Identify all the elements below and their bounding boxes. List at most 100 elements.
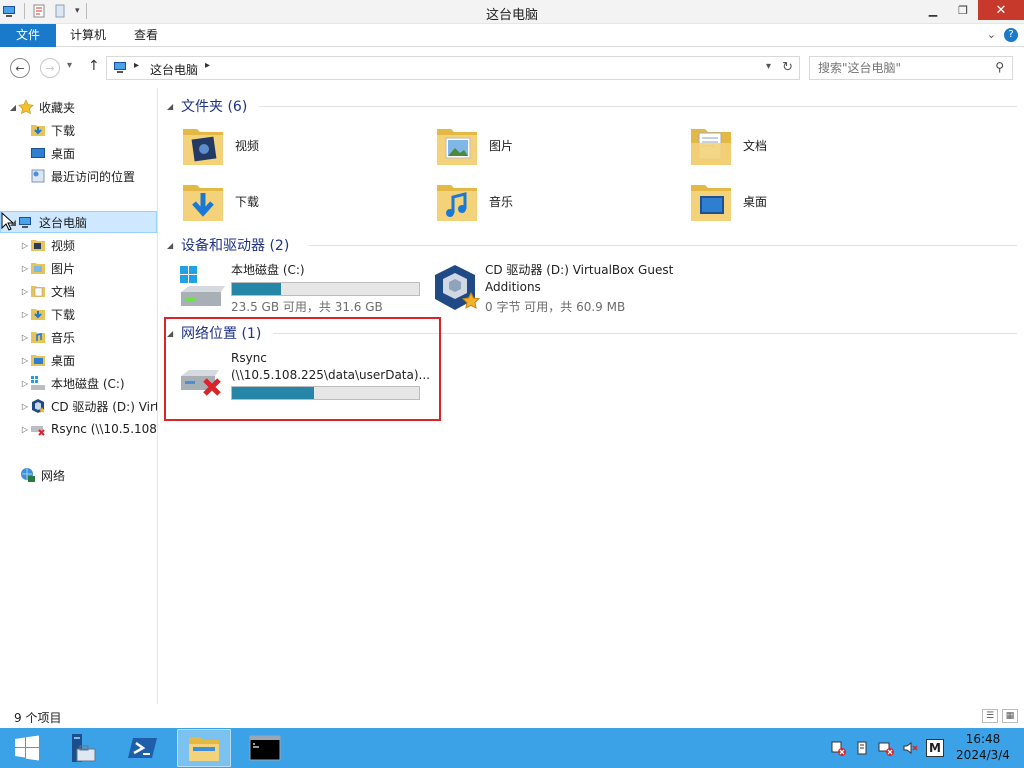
start-button[interactable]	[0, 729, 54, 767]
downloads-icon	[31, 125, 45, 136]
powershell-icon	[128, 738, 157, 758]
folder-label: 下载	[235, 194, 260, 209]
clock-time: 16:48	[965, 732, 1001, 746]
command-prompt-button[interactable]	[238, 729, 292, 767]
sidebar-item-network-drive[interactable]: ▷ Rsync (\\10.5.108.2	[0, 418, 157, 440]
collapse-arrow-icon[interactable]: ◢	[167, 241, 181, 250]
sidebar-item-favorites[interactable]: ◢ 收藏夹	[0, 96, 157, 118]
minimize-button[interactable]: ▁	[918, 0, 948, 20]
drive-space-info: 0 字节 可用，共 60.9 MB	[485, 300, 626, 314]
drive-name: 本地磁盘 (C:)	[231, 263, 305, 277]
collapse-arrow-icon[interactable]: ◢	[8, 103, 18, 112]
close-button[interactable]: ✕	[978, 0, 1024, 20]
group-header-devices[interactable]: ◢ 设备和驱动器 (2)	[167, 234, 1017, 256]
ime-indicator[interactable]: M	[926, 739, 944, 757]
expand-arrow-icon[interactable]: ▷	[20, 287, 30, 296]
windows-logo-icon	[15, 735, 39, 761]
sidebar-item-desktop-folder[interactable]: ▷ 桌面	[0, 349, 157, 371]
expand-arrow-icon[interactable]: ▷	[20, 356, 30, 365]
group-title: 文件夹 (6)	[181, 99, 248, 115]
sidebar-item-videos[interactable]: ▷ 视频	[0, 234, 157, 256]
sidebar-item-label: CD 驱动器 (D:) Virt	[51, 399, 158, 414]
sidebar-item-label: 桌面	[51, 146, 76, 161]
up-button[interactable]: ↑	[88, 58, 100, 74]
sidebar-item-label: 这台电脑	[39, 215, 88, 230]
sidebar-item-pictures[interactable]: ▷ 图片	[0, 257, 157, 279]
taskbar: M 16:48 2024/3/4	[0, 728, 1024, 768]
pictures-folder-icon	[437, 129, 477, 165]
folder-videos[interactable]: 视频	[179, 121, 259, 169]
file-explorer-icon	[189, 737, 219, 761]
server-manager-button[interactable]	[54, 729, 108, 767]
expand-arrow-icon[interactable]: ▷	[20, 241, 30, 250]
large-icons-view-icon[interactable]: ▦	[1002, 709, 1018, 723]
highlight-box	[164, 317, 441, 421]
sidebar-item-recent-places[interactable]: 最近访问的位置	[0, 165, 157, 187]
network-icon	[21, 468, 35, 482]
back-button[interactable]: ←	[10, 58, 30, 78]
network-error-icon[interactable]	[830, 740, 846, 756]
videos-folder-icon	[31, 240, 45, 251]
expand-arrow-icon[interactable]: ▷	[20, 402, 30, 411]
folder-music[interactable]: 音乐	[433, 177, 513, 225]
forward-button[interactable]: →	[40, 58, 60, 78]
collapse-arrow-icon[interactable]: ◢	[167, 102, 181, 111]
breadcrumb-this-pc[interactable]: 这台电脑	[150, 61, 198, 78]
status-bar: 9 个项目 ☰ ▦	[0, 704, 1024, 728]
drive-local-c[interactable]: 本地磁盘 (C:) 23.5 GB 可用，共 31.6 GB	[177, 262, 421, 314]
drive-cd-d[interactable]: CD 驱动器 (D:) VirtualBox Guest Additions 0 …	[431, 262, 691, 314]
expand-arrow-icon[interactable]: ▷	[20, 333, 30, 342]
sidebar-item-documents[interactable]: ▷ 文档	[0, 280, 157, 302]
address-row: ← → ▾ ↑ ▸ 这台电脑 ▸ ▾ ↻ ⚲	[0, 48, 1024, 88]
folder-desktop[interactable]: 桌面	[687, 177, 767, 225]
music-folder-icon	[437, 185, 477, 221]
breadcrumb-separator-icon[interactable]: ▸	[205, 60, 210, 71]
folder-documents[interactable]: 文档	[687, 121, 767, 169]
expand-arrow-icon[interactable]: ▷	[20, 425, 30, 434]
tab-computer[interactable]: 计算机	[56, 24, 120, 47]
folder-label: 桌面	[743, 194, 768, 209]
mouse-cursor-icon	[1, 212, 13, 231]
sidebar-item-label: 视频	[51, 238, 76, 253]
cd-drive-icon	[435, 265, 481, 310]
folder-pictures[interactable]: 图片	[433, 121, 513, 169]
drive-name-line-1: CD 驱动器 (D:) VirtualBox Guest	[485, 263, 674, 277]
sidebar-item-local-disk[interactable]: ▷ 本地磁盘 (C:)	[0, 372, 157, 394]
sidebar-item-network[interactable]: 网络	[0, 464, 157, 486]
action-center-icon[interactable]	[854, 740, 870, 756]
clock[interactable]: 16:48 2024/3/4	[950, 731, 1016, 763]
search-icon[interactable]: ⚲	[995, 60, 1004, 74]
breadcrumb-separator-icon[interactable]: ▸	[134, 60, 139, 71]
expand-arrow-icon[interactable]: ▷	[20, 310, 30, 319]
music-folder-icon	[31, 332, 45, 343]
help-icon[interactable]: ?	[1004, 28, 1018, 42]
sidebar-item-label: 音乐	[51, 330, 76, 345]
powershell-button[interactable]	[116, 729, 170, 767]
sidebar-item-this-pc[interactable]: ◢ 这台电脑	[0, 211, 157, 233]
file-explorer-button[interactable]	[177, 729, 231, 767]
server-manager-icon	[72, 734, 96, 762]
refresh-icon[interactable]: ↻	[782, 60, 793, 75]
sidebar-item-cd-drive[interactable]: ▷ CD 驱动器 (D:) Virt	[0, 395, 158, 417]
network-disconnected-icon[interactable]	[878, 740, 894, 756]
recent-locations-icon[interactable]: ▾	[67, 60, 72, 71]
tab-view[interactable]: 查看	[120, 24, 172, 47]
sidebar-item-music[interactable]: ▷ 音乐	[0, 326, 157, 348]
sidebar-item-desktop[interactable]: 桌面	[0, 142, 157, 164]
sidebar-item-downloads-folder[interactable]: ▷ 下载	[0, 303, 157, 325]
folder-downloads[interactable]: 下载	[179, 177, 259, 225]
group-header-folders[interactable]: ◢ 文件夹 (6)	[167, 95, 1017, 117]
search-input[interactable]	[810, 57, 980, 79]
volume-muted-icon[interactable]	[902, 740, 918, 756]
sidebar-item-label: 最近访问的位置	[51, 169, 136, 184]
address-dropdown-icon[interactable]: ▾	[766, 61, 771, 72]
address-bar[interactable]: ▸ 这台电脑 ▸ ▾ ↻	[106, 56, 800, 80]
expand-arrow-icon[interactable]: ▷	[20, 264, 30, 273]
expand-arrow-icon[interactable]: ▷	[20, 379, 30, 388]
details-view-icon[interactable]: ☰	[982, 709, 998, 723]
search-box: ⚲	[809, 56, 1013, 80]
expand-ribbon-icon[interactable]: ⌄	[987, 28, 996, 41]
sidebar-item-downloads[interactable]: 下载	[0, 119, 157, 141]
maximize-button[interactable]: ❐	[948, 0, 978, 20]
tab-file[interactable]: 文件	[0, 24, 56, 47]
